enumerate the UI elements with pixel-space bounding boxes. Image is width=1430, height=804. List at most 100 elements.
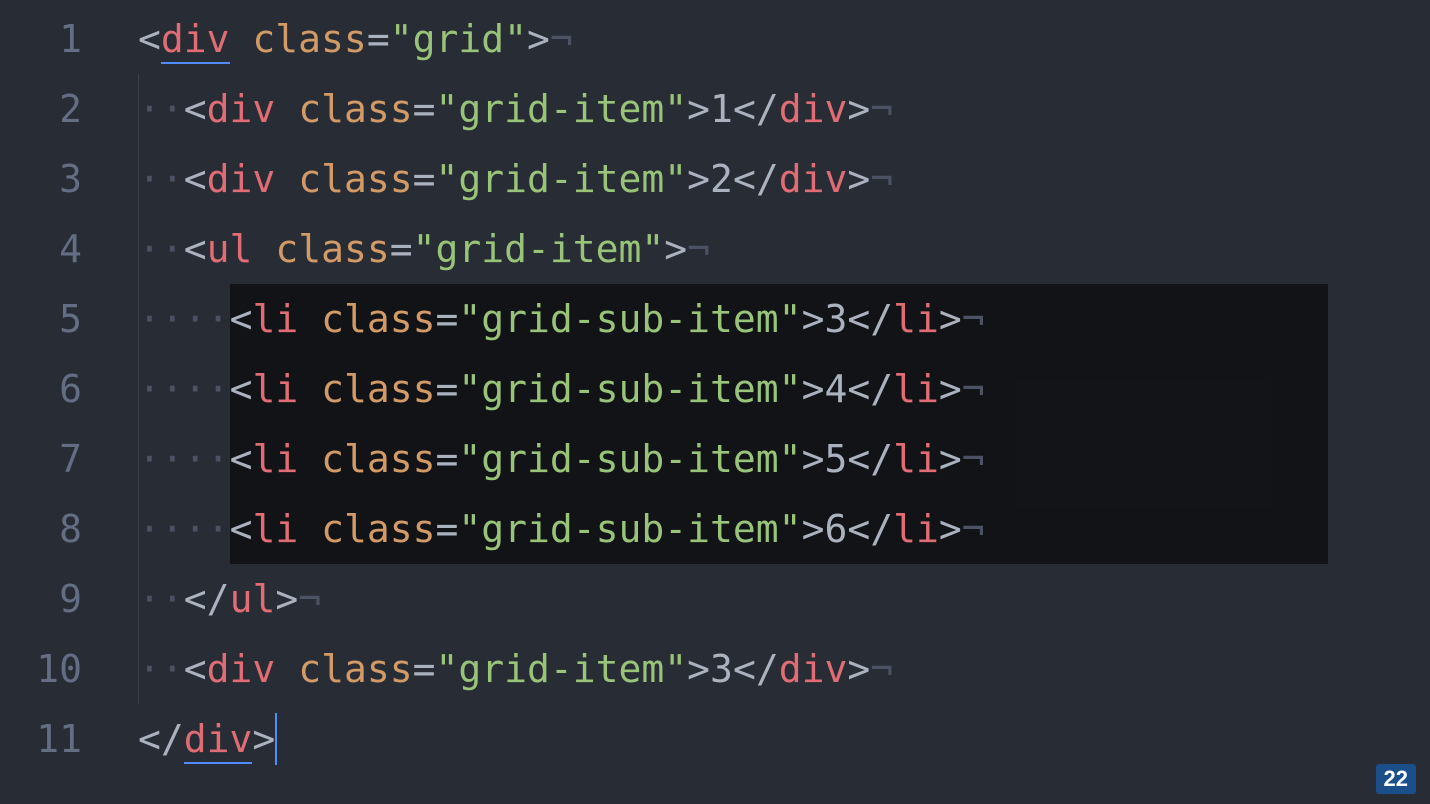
line-number: 2 — [0, 74, 110, 144]
line-number-gutter: 1 2 3 4 5 6 7 8 9 10 11 — [0, 0, 110, 804]
space-icon: · — [184, 437, 207, 481]
space-icon: · — [161, 227, 184, 271]
code-line[interactable]: ··<ul class="grid-item">¬ — [138, 214, 1430, 284]
eol-icon: ¬ — [962, 297, 985, 341]
attr-name: class — [275, 227, 389, 271]
code-line[interactable]: ··<div class="grid-item">3</div>¬ — [138, 634, 1430, 704]
tag-name: li — [252, 367, 298, 411]
eol-icon: ¬ — [870, 647, 893, 691]
code-line[interactable]: ····<li class="grid-sub-item">4</li>¬ — [138, 354, 1430, 424]
attr-value: "grid-item" — [435, 157, 687, 201]
space-icon: · — [207, 367, 230, 411]
code-line[interactable]: ··<div class="grid-item">1</div>¬ — [138, 74, 1430, 144]
space-icon: · — [138, 577, 161, 621]
space-icon: · — [161, 507, 184, 551]
space-icon: · — [207, 297, 230, 341]
text-content: 3 — [824, 297, 847, 341]
space-icon: · — [161, 87, 184, 131]
space-icon: · — [138, 297, 161, 341]
line-number: 1 — [0, 4, 110, 74]
attr-value: "grid-item" — [413, 227, 665, 271]
eol-icon: ¬ — [298, 577, 321, 621]
angle-bracket-close-icon: > — [527, 17, 550, 61]
eol-icon: ¬ — [870, 87, 893, 131]
code-line[interactable]: ··<div class="grid-item">2</div>¬ — [138, 144, 1430, 214]
tag-name: div — [161, 17, 230, 64]
line-number: 3 — [0, 144, 110, 214]
attr-name: class — [321, 297, 435, 341]
eol-icon: ¬ — [687, 227, 710, 271]
space-icon: · — [138, 227, 161, 271]
code-line[interactable]: </div> — [138, 704, 1430, 774]
tag-name: li — [893, 367, 939, 411]
code-line[interactable]: ··</ul>¬ — [138, 564, 1430, 634]
text-content: 2 — [710, 157, 733, 201]
attr-name: class — [298, 87, 412, 131]
space-icon: · — [184, 367, 207, 411]
space-icon: · — [207, 437, 230, 481]
eol-icon: ¬ — [962, 507, 985, 551]
tag-name: li — [893, 297, 939, 341]
space-icon: · — [138, 157, 161, 201]
angle-bracket-open-icon: < — [138, 17, 161, 61]
line-number: 11 — [0, 704, 110, 774]
tag-name: div — [207, 647, 276, 691]
tag-name: div — [779, 157, 848, 201]
line-number: 7 — [0, 424, 110, 494]
line-number: 4 — [0, 214, 110, 284]
attr-name: class — [298, 157, 412, 201]
space-icon: · — [161, 367, 184, 411]
space-icon: · — [161, 297, 184, 341]
text-content: 5 — [824, 437, 847, 481]
text-content: 3 — [710, 647, 733, 691]
attr-name: class — [321, 507, 435, 551]
attr-name: class — [298, 647, 412, 691]
attr-value: "grid-sub-item" — [458, 437, 801, 481]
space-icon: · — [138, 647, 161, 691]
attr-name: class — [252, 17, 366, 61]
line-number: 6 — [0, 354, 110, 424]
tag-name: div — [184, 717, 253, 764]
space-icon: · — [138, 87, 161, 131]
code-line[interactable]: <div class="grid">¬ — [138, 4, 1430, 74]
attr-value: "grid-sub-item" — [458, 507, 801, 551]
line-number: 8 — [0, 494, 110, 564]
tag-name: ul — [207, 227, 253, 271]
tag-name: li — [252, 507, 298, 551]
space-icon: · — [207, 507, 230, 551]
text-content: 6 — [824, 507, 847, 551]
tag-name: ul — [230, 577, 276, 621]
space-icon: · — [138, 507, 161, 551]
space-icon: · — [184, 297, 207, 341]
text-cursor-icon — [275, 713, 277, 765]
line-number: 5 — [0, 284, 110, 354]
tag-name: li — [893, 507, 939, 551]
attr-value: "grid-item" — [435, 647, 687, 691]
eol-icon: ¬ — [962, 437, 985, 481]
code-line[interactable]: ····<li class="grid-sub-item">5</li>¬ — [138, 424, 1430, 494]
code-editor[interactable]: 1 2 3 4 5 6 7 8 9 10 11 <div class="grid… — [0, 0, 1430, 804]
space-icon: · — [161, 437, 184, 481]
code-area[interactable]: <div class="grid">¬ ··<div class="grid-i… — [110, 0, 1430, 804]
line-number: 10 — [0, 634, 110, 704]
space-icon: · — [161, 647, 184, 691]
code-line[interactable]: ····<li class="grid-sub-item">6</li>¬ — [138, 494, 1430, 564]
attr-name: class — [321, 367, 435, 411]
eol-icon: ¬ — [962, 367, 985, 411]
eol-icon: ¬ — [870, 157, 893, 201]
tag-name: div — [207, 87, 276, 131]
space-icon: · — [161, 577, 184, 621]
attr-value: "grid-item" — [435, 87, 687, 131]
tag-name: div — [207, 157, 276, 201]
tag-name: div — [779, 87, 848, 131]
slide-number-badge: 22 — [1376, 764, 1416, 794]
text-content: 1 — [710, 87, 733, 131]
attr-value: "grid-sub-item" — [458, 367, 801, 411]
space-icon: · — [138, 437, 161, 481]
tag-name: div — [779, 647, 848, 691]
tag-name: li — [252, 297, 298, 341]
code-line[interactable]: ····<li class="grid-sub-item">3</li>¬ — [138, 284, 1430, 354]
space-icon: · — [138, 367, 161, 411]
line-number: 9 — [0, 564, 110, 634]
text-content: 4 — [824, 367, 847, 411]
